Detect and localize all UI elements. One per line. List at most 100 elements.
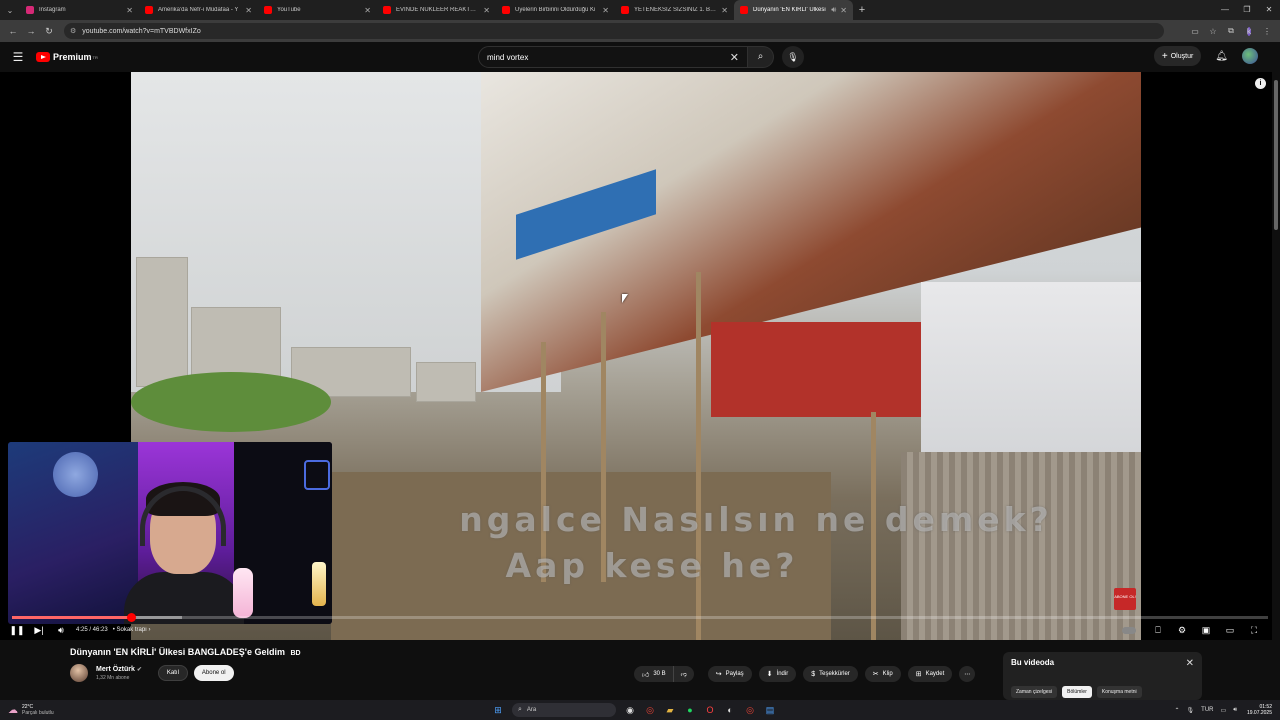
minimize-icon[interactable]: —: [1214, 0, 1236, 20]
guide-menu-icon[interactable]: ☰: [0, 50, 36, 64]
close-tab-icon[interactable]: ✕: [602, 6, 609, 15]
clear-search-icon[interactable]: ✕: [730, 51, 739, 64]
github-icon[interactable]: ◐: [720, 700, 740, 720]
close-tab-icon[interactable]: ✕: [245, 6, 252, 15]
speaker-icon[interactable]: 🔊︎: [1233, 707, 1237, 714]
info-icon[interactable]: i: [1255, 78, 1266, 89]
clip-button[interactable]: ✂ Klip: [864, 666, 901, 682]
profile-avatar[interactable]: k: [1240, 26, 1258, 37]
new-tab-button[interactable]: +: [853, 4, 871, 16]
subscribe-badge[interactable]: ABONE OL!: [1114, 588, 1136, 610]
panel-chip[interactable]: Bölümler: [1062, 686, 1092, 698]
youtube-premium-logo[interactable]: Premium TR: [36, 52, 98, 62]
close-tab-icon[interactable]: ✕: [721, 6, 728, 15]
browser-tab[interactable]: YouTube ✕: [258, 0, 377, 20]
share-button[interactable]: ↪ Paylaş: [707, 666, 752, 682]
dislike-button[interactable]: 👎︎: [673, 666, 694, 682]
browser-tab-strip: ⌄ Instagram ✕ Amerika'da Nefr-i Müdafaa - …: [0, 0, 1280, 20]
volume-icon[interactable]: 🔊︎: [50, 620, 72, 640]
spotify-icon[interactable]: ●: [680, 700, 700, 720]
account-avatar[interactable]: [1242, 48, 1258, 64]
create-button[interactable]: + Oluştur: [1153, 46, 1202, 66]
settings-gear-icon[interactable]: ⚙: [1170, 620, 1194, 640]
thanks-button[interactable]: $ Teşekkürler: [803, 666, 858, 682]
browser-tab[interactable]: Instagram ✕: [20, 0, 139, 20]
thanks-icon: $: [811, 670, 816, 678]
microphone-icon[interactable]: 🎙: [1187, 707, 1195, 714]
video-player[interactable]: ngalce Nasılsın ne demek? Aap kese he? i…: [0, 72, 1280, 640]
browser-menu-icon[interactable]: ⋮: [1258, 27, 1276, 36]
browser-tab[interactable]: Amerika'da Nefr-i Müdafaa - Y ✕: [139, 0, 258, 20]
browser-tab[interactable]: Dünyanın 'EN KİRLİ' Ülkesi 🔊︎ ✕: [734, 0, 853, 20]
tab-label: Amerika'da Nefr-i Müdafaa - Y: [158, 7, 239, 13]
subscribe-button[interactable]: Abone ol: [193, 665, 234, 681]
install-app-icon[interactable]: ▭: [1186, 27, 1204, 36]
language-indicator[interactable]: TUR: [1201, 707, 1213, 713]
tab-favicon-icon: [383, 6, 391, 14]
tab-audio-icon[interactable]: 🔊︎: [831, 5, 836, 15]
scene-trees: [131, 372, 331, 432]
chapter-title[interactable]: • Sokak trapı ›: [113, 627, 151, 633]
pause-icon[interactable]: ❚❚: [6, 620, 28, 640]
search-button[interactable]: ⌕: [748, 46, 774, 68]
notepad-icon[interactable]: ▤: [760, 700, 780, 720]
taskbar-search[interactable]: ⌕ Ara: [512, 703, 616, 717]
network-icon[interactable]: ▭: [1221, 707, 1227, 714]
panel-chip[interactable]: Zaman çizelgesi: [1011, 686, 1058, 698]
windows-start-icon[interactable]: ⊞: [488, 700, 508, 720]
webcam-candle: [312, 562, 326, 606]
channel-avatar[interactable]: [70, 664, 88, 682]
save-button[interactable]: ⊞ Kaydet: [907, 666, 953, 682]
download-button[interactable]: ⬇ İndir: [758, 666, 797, 682]
back-icon[interactable]: ←: [4, 26, 22, 36]
opera-icon[interactable]: O: [700, 700, 720, 720]
tab-search-icon[interactable]: ⌄: [0, 0, 20, 20]
theater-mode-icon[interactable]: ▭: [1218, 620, 1242, 640]
tab-label: YouTube: [277, 7, 301, 13]
chrome-active-icon[interactable]: ◎: [740, 700, 760, 720]
extensions-icon[interactable]: ⧉: [1222, 26, 1240, 36]
weather-widget[interactable]: ☁ 22°C Parçalı bulutlu: [8, 704, 54, 716]
next-icon[interactable]: ▶|: [28, 620, 50, 640]
subtitles-icon[interactable]: ⎕: [1146, 620, 1170, 640]
browser-tab[interactable]: EVİNDE NÜKLEER REAKTÖR YA ✕: [377, 0, 496, 20]
download-icon: ⬇: [766, 671, 773, 678]
clock-date: 19.07.2025: [1246, 710, 1272, 716]
share-icon: ↪: [715, 671, 722, 678]
progress-bar[interactable]: [12, 613, 1268, 622]
browser-tab[interactable]: YETENEKSİZ SIZSINIZ 1. BÖLÜ ✕: [615, 0, 734, 20]
tray-overflow-icon[interactable]: ⌃: [1175, 707, 1180, 714]
fullscreen-icon[interactable]: ⛶: [1242, 620, 1266, 640]
reload-icon[interactable]: ↻: [40, 26, 58, 37]
file-explorer-icon[interactable]: ▰: [660, 700, 680, 720]
webcam-moon-art: [8, 442, 138, 624]
chrome-icon[interactable]: ◎: [640, 700, 660, 720]
miniplayer-icon[interactable]: ▣: [1194, 620, 1218, 640]
notifications-bell-icon[interactable]: 🔔︎: [1215, 51, 1228, 62]
close-tab-icon[interactable]: ✕: [483, 6, 490, 15]
forward-icon[interactable]: →: [22, 26, 40, 36]
flag-emoji: BD: [290, 650, 301, 657]
search-input[interactable]: mind vortex ✕: [478, 46, 748, 68]
close-tab-icon[interactable]: ✕: [840, 6, 847, 15]
close-tab-icon[interactable]: ✕: [126, 6, 133, 15]
autoplay-toggle[interactable]: [1122, 626, 1136, 634]
voice-search-icon[interactable]: 🎙: [782, 46, 804, 68]
close-tab-icon[interactable]: ✕: [364, 6, 371, 15]
browser-tab[interactable]: Üyelerin Birbirini Öldürdüğü Ki ✕: [496, 0, 615, 20]
clock[interactable]: 01:52 19.07.2025: [1247, 704, 1272, 716]
site-info-icon[interactable]: ⚙: [70, 27, 76, 35]
restore-icon[interactable]: ❐: [1236, 0, 1258, 20]
close-panel-icon[interactable]: ✕: [1186, 658, 1194, 669]
channel-name[interactable]: Mert Öztürk ✔: [96, 666, 142, 673]
tab-label: YETENEKSİZ SIZSINIZ 1. BÖLÜ: [634, 7, 718, 13]
more-actions-icon[interactable]: ⋯: [959, 666, 976, 682]
like-button[interactable]: 👍︎ 30 B: [634, 666, 674, 682]
steam-icon[interactable]: ◉: [620, 700, 640, 720]
close-window-icon[interactable]: ✕: [1258, 0, 1280, 20]
url-field[interactable]: ⚙ youtube.com/watch?v=mTVBDWfxIZo: [64, 23, 1164, 39]
join-button[interactable]: Katıl: [157, 665, 188, 681]
panel-chip[interactable]: Konuşma metni: [1096, 686, 1142, 698]
page-scrollbar[interactable]: [1272, 72, 1280, 700]
bookmark-star-icon[interactable]: ☆: [1204, 27, 1222, 36]
